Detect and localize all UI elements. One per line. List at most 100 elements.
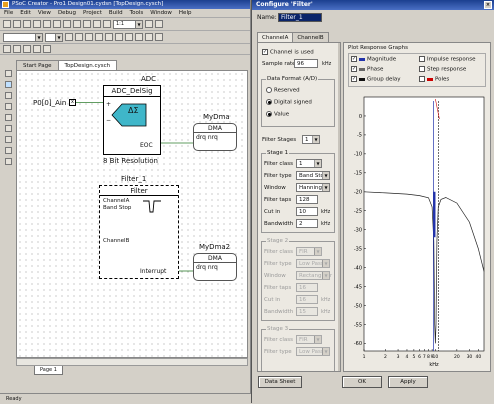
s1-cutoff-input[interactable]: 10 bbox=[296, 207, 318, 216]
text-icon[interactable] bbox=[43, 45, 51, 53]
new-icon[interactable] bbox=[3, 20, 11, 28]
underline-icon[interactable] bbox=[85, 33, 93, 41]
legend-group-delay-checkbox[interactable]: ✓ bbox=[351, 76, 357, 82]
s1-bandwidth-input[interactable]: 2 bbox=[296, 219, 318, 228]
s2-filter-taps-input[interactable]: 16 bbox=[296, 283, 318, 292]
menu-tools[interactable]: Tools bbox=[130, 9, 144, 17]
s2-filter-type-select[interactable]: Low Pass ▼ bbox=[296, 259, 330, 268]
debug-icon[interactable] bbox=[93, 20, 101, 28]
s2-filter-class-select[interactable]: FIR ▼ bbox=[296, 247, 322, 256]
paste-icon[interactable] bbox=[53, 20, 61, 28]
radio-reserved[interactable]: Reserved bbox=[266, 87, 300, 94]
dma2-component[interactable]: DMA drq nrq bbox=[193, 253, 237, 281]
bus-icon[interactable] bbox=[23, 45, 31, 53]
zoom-out-icon[interactable] bbox=[155, 20, 163, 28]
legend-impulse-checkbox[interactable] bbox=[419, 56, 425, 62]
channel-used-checkbox[interactable]: ✓ bbox=[262, 49, 268, 55]
tab-start-page[interactable]: Start Page bbox=[16, 60, 59, 70]
s1-window-select[interactable]: Hanning ▼ bbox=[296, 183, 330, 192]
radio-digital-signed[interactable]: Digital signed bbox=[266, 99, 312, 106]
menu-file[interactable]: File bbox=[4, 9, 13, 17]
legend-group-delay[interactable]: ✓ Group delay bbox=[351, 76, 401, 83]
snap-icon[interactable] bbox=[155, 33, 163, 41]
s1-filter-type-select[interactable]: Band Stop ▼ bbox=[296, 171, 330, 180]
menu-debug[interactable]: Debug bbox=[58, 9, 76, 17]
radio-value-dot[interactable] bbox=[266, 111, 272, 117]
ground-tool-icon[interactable] bbox=[4, 103, 12, 110]
tab-channel-a[interactable]: ChannelA bbox=[257, 32, 294, 42]
radio-value[interactable]: Value bbox=[266, 111, 289, 118]
schematic-canvas[interactable]: ADC ADC_DelSig ΔΣ + − EOC 8 Bit Resoluti… bbox=[16, 70, 248, 358]
pointer-icon[interactable] bbox=[3, 45, 11, 53]
redo-icon[interactable] bbox=[73, 20, 81, 28]
zoom-select[interactable]: 1:1 ▼ bbox=[113, 19, 143, 29]
save-icon[interactable] bbox=[23, 20, 31, 28]
s1-filter-taps-input[interactable]: 128 bbox=[296, 195, 318, 204]
line-tool-icon[interactable] bbox=[4, 125, 12, 132]
response-chart[interactable]: 0 -5 -10 -15 -20 -25 -30 -35 -40 -45 -50 -55 -60 1 2 3 4… bbox=[344, 93, 490, 371]
label-icon[interactable] bbox=[33, 45, 41, 53]
s2-window-select[interactable]: Rectangular ▼ bbox=[296, 271, 332, 280]
name-input[interactable]: Filter_1 bbox=[278, 13, 322, 22]
menu-help[interactable]: Help bbox=[179, 9, 192, 17]
font-select[interactable]: ▼ bbox=[3, 32, 43, 42]
font-size-select[interactable]: ▼ bbox=[45, 32, 63, 42]
menu-edit[interactable]: Edit bbox=[20, 9, 31, 17]
legend-phase[interactable]: ✓ Phase bbox=[351, 66, 383, 73]
menu-view[interactable]: View bbox=[38, 9, 51, 17]
grid-icon[interactable] bbox=[145, 33, 153, 41]
wire-tool-icon[interactable] bbox=[4, 81, 12, 88]
menu-build[interactable]: Build bbox=[109, 9, 123, 17]
legend-impulse[interactable]: Impulse response bbox=[419, 56, 475, 63]
text-tool-icon[interactable] bbox=[4, 114, 12, 121]
s3-filter-class-select[interactable]: FIR ▼ bbox=[296, 335, 322, 344]
legend-magnitude[interactable]: ✓ Magnitude bbox=[351, 56, 396, 63]
ok-button[interactable]: OK bbox=[342, 376, 382, 388]
legend-magnitude-checkbox[interactable]: ✓ bbox=[351, 56, 357, 62]
color-icon[interactable] bbox=[125, 33, 133, 41]
s3-filter-type-select[interactable]: Low Pass ▼ bbox=[296, 347, 330, 356]
program-icon[interactable] bbox=[103, 20, 111, 28]
filter-stages-select[interactable]: 1 ▼ bbox=[302, 135, 320, 144]
image-tool-icon[interactable] bbox=[4, 158, 12, 165]
legend-poles[interactable]: Poles bbox=[419, 76, 449, 83]
menu-project[interactable]: Project bbox=[83, 9, 102, 17]
copy-icon[interactable] bbox=[43, 20, 51, 28]
power-tool-icon[interactable] bbox=[4, 92, 12, 99]
build-icon[interactable] bbox=[83, 20, 91, 28]
zoom-in-icon[interactable] bbox=[145, 20, 153, 28]
dma1-component[interactable]: DMA drq nrq bbox=[193, 123, 237, 151]
s2-cutoff-input[interactable]: 16 bbox=[296, 295, 318, 304]
data-sheet-button[interactable]: Data Sheet bbox=[258, 376, 302, 388]
ellipse-tool-icon[interactable] bbox=[4, 147, 12, 154]
align-left-icon[interactable] bbox=[95, 33, 103, 41]
legend-poles-checkbox[interactable] bbox=[419, 76, 425, 82]
close-icon[interactable]: × bbox=[484, 1, 492, 9]
select-tool-icon[interactable] bbox=[4, 70, 12, 77]
tab-top-design[interactable]: TopDesign.cysch bbox=[57, 60, 118, 70]
legend-step-checkbox[interactable] bbox=[419, 66, 425, 72]
bold-icon[interactable] bbox=[65, 33, 73, 41]
align-center-icon[interactable] bbox=[105, 33, 113, 41]
s1-filter-class-select[interactable]: 1 ▼ bbox=[296, 159, 322, 168]
radio-digital-signed-dot[interactable] bbox=[266, 99, 272, 105]
sample-rate-input[interactable]: 96 bbox=[294, 59, 318, 68]
line-icon[interactable] bbox=[135, 33, 143, 41]
apply-button[interactable]: Apply bbox=[388, 376, 428, 388]
menu-window[interactable]: Window bbox=[150, 9, 172, 17]
open-icon[interactable] bbox=[13, 20, 21, 28]
wire-icon[interactable] bbox=[13, 45, 21, 53]
radio-reserved-dot[interactable] bbox=[266, 87, 272, 93]
filter-component[interactable]: Filter ChannelA Band Stop ChannelB Inter… bbox=[99, 185, 179, 279]
s2-bandwidth-input[interactable]: 15 bbox=[296, 307, 318, 316]
settings-vertical-scrollbar[interactable] bbox=[338, 43, 340, 371]
italic-icon[interactable] bbox=[75, 33, 83, 41]
legend-step[interactable]: Step response bbox=[419, 66, 466, 73]
legend-phase-checkbox[interactable]: ✓ bbox=[351, 66, 357, 72]
tab-channel-b[interactable]: ChannelB bbox=[292, 32, 329, 42]
undo-icon[interactable] bbox=[63, 20, 71, 28]
cut-icon[interactable] bbox=[33, 20, 41, 28]
align-right-icon[interactable] bbox=[115, 33, 123, 41]
canvas-horizontal-scrollbar[interactable] bbox=[16, 358, 248, 366]
tab-page-1[interactable]: Page 1 bbox=[34, 366, 63, 375]
